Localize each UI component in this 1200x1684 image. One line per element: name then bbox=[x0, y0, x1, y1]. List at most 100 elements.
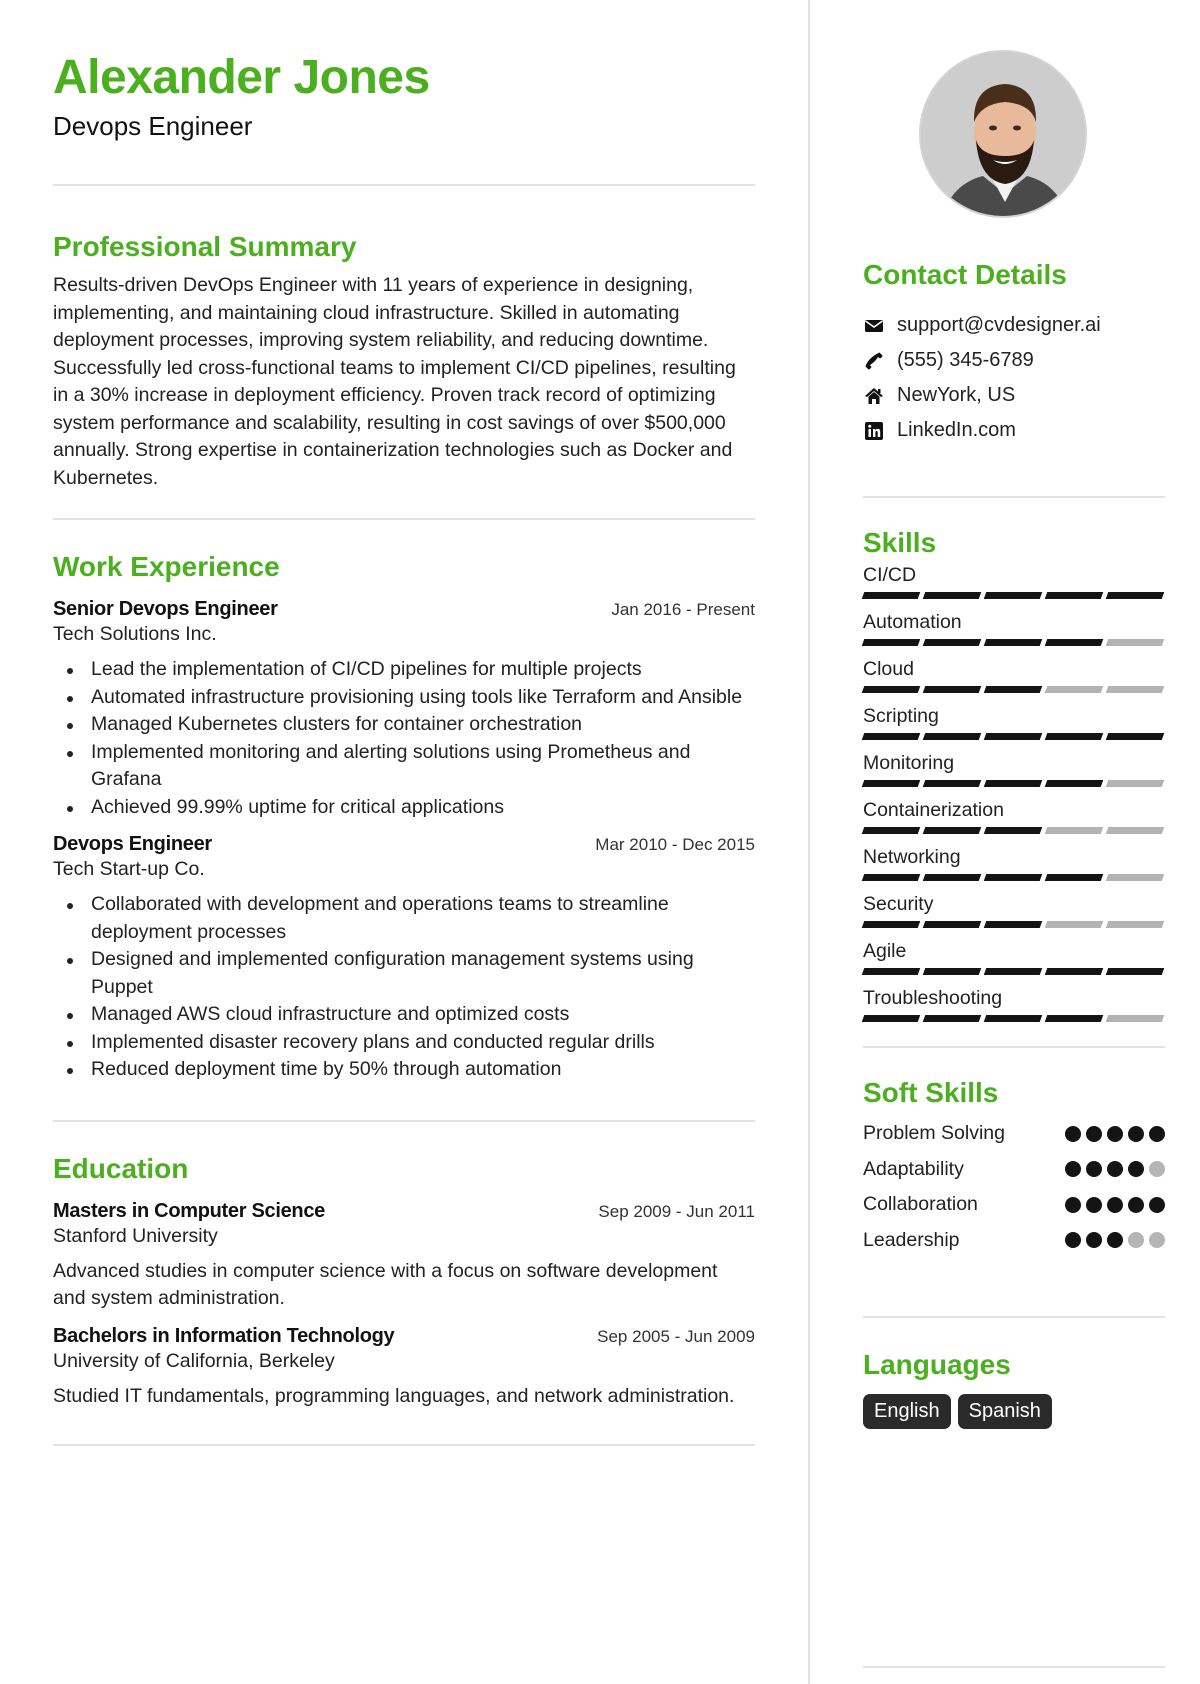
job-bullets: Lead the implementation of CI/CD pipelin… bbox=[53, 656, 755, 821]
skill-name: Monitoring bbox=[863, 752, 955, 774]
skill-item: Containerization bbox=[861, 797, 1165, 834]
soft-skill-name: Leadership bbox=[863, 1228, 960, 1251]
rating-dot-filled bbox=[1107, 1125, 1123, 1142]
language-tag: English bbox=[863, 1394, 951, 1429]
skill-segment-filled bbox=[1105, 733, 1165, 740]
education-entry: Masters in Computer Science Sep 2009 - Ju… bbox=[53, 1200, 755, 1313]
skill-item: Monitoring bbox=[861, 750, 1165, 787]
skill-segment-empty bbox=[1105, 874, 1165, 881]
skill-segment-filled bbox=[922, 686, 982, 693]
rating-dot-filled bbox=[1149, 1125, 1165, 1142]
skill-level-bar bbox=[861, 780, 1165, 787]
soft-skills-list: Problem Solving Adaptability Collaboration… bbox=[863, 1116, 1165, 1258]
summary-heading: Professional Summary bbox=[53, 231, 357, 262]
skill-segment-filled bbox=[861, 733, 921, 740]
profile-photo bbox=[919, 50, 1087, 218]
skill-segment-filled bbox=[983, 592, 1043, 599]
contact-email[interactable]: support@cvdesigner.ai bbox=[863, 308, 1165, 343]
sidebar: Contact Details support@cvdesigner.ai (5… bbox=[861, 50, 1165, 1668]
skills-section: Skills CI/CD Automation Cloud Scripting Moni… bbox=[861, 526, 1165, 1022]
skill-segment-filled bbox=[861, 686, 921, 693]
education-school: University of California, Berkeley bbox=[53, 1349, 335, 1372]
job-header: Senior Devops Engineer Jan 2016 - Present bbox=[53, 598, 755, 621]
skill-segment-filled bbox=[922, 874, 982, 881]
skill-name: Troubleshooting bbox=[863, 987, 1003, 1009]
skills-heading: Skills bbox=[863, 527, 937, 558]
skill-level-bar bbox=[861, 592, 1165, 599]
education-section: Education Masters in Computer Science Sep… bbox=[53, 1152, 755, 1411]
contact-phone[interactable]: (555) 345-6789 bbox=[863, 343, 1165, 378]
job-company: Tech Start-up Co. bbox=[53, 858, 205, 880]
education-header: Bachelors in Information Technology Sep 2… bbox=[53, 1325, 755, 1348]
candidate-name: Alexander Jones bbox=[53, 51, 430, 104]
job-bullet: Managed Kubernetes clusters for containe… bbox=[53, 711, 755, 739]
job-bullet: Achieved 99.99% uptime for critical appl… bbox=[53, 794, 755, 822]
skill-segment-empty bbox=[1105, 780, 1165, 787]
job-bullet: Automated infrastructure provisioning us… bbox=[53, 684, 755, 712]
linkedin-icon bbox=[863, 420, 885, 442]
soft-skill-item: Collaboration bbox=[863, 1187, 1165, 1223]
job-bullet: Implemented monitoring and alerting solu… bbox=[53, 739, 755, 794]
skill-segment-filled bbox=[1044, 592, 1104, 599]
skills-list: CI/CD Automation Cloud Scripting Monitoring C… bbox=[861, 562, 1165, 1022]
divider bbox=[53, 518, 755, 520]
soft-skills-section: Soft Skills Problem Solving Adaptability C… bbox=[863, 1076, 1165, 1258]
soft-skills-heading: Soft Skills bbox=[863, 1077, 999, 1108]
skill-segment-empty bbox=[1105, 639, 1165, 646]
skill-segment-empty bbox=[1105, 827, 1165, 834]
skill-item: CI/CD bbox=[861, 562, 1165, 599]
soft-skill-rating bbox=[1065, 1232, 1165, 1249]
skill-segment-filled bbox=[1044, 639, 1104, 646]
education-dates: Sep 2009 - Jun 2011 bbox=[598, 1201, 755, 1221]
soft-skill-item: Problem Solving bbox=[863, 1116, 1165, 1152]
soft-skill-name: Collaboration bbox=[863, 1193, 978, 1216]
skill-item: Automation bbox=[861, 609, 1165, 646]
rating-dot-filled bbox=[1086, 1161, 1102, 1178]
skill-segment-filled bbox=[1044, 968, 1104, 975]
soft-skill-rating bbox=[1065, 1161, 1165, 1178]
candidate-title: Devops Engineer bbox=[53, 111, 253, 141]
skill-segment-filled bbox=[983, 780, 1043, 787]
skill-item: Cloud bbox=[861, 656, 1165, 693]
languages-section: Languages English Spanish bbox=[863, 1348, 1165, 1429]
skill-segment-filled bbox=[922, 1015, 982, 1022]
skill-segment-filled bbox=[922, 780, 982, 787]
rating-dot-filled bbox=[1086, 1232, 1102, 1249]
rating-dot-filled bbox=[1128, 1125, 1144, 1142]
skill-segment-empty bbox=[1105, 686, 1165, 693]
skill-segment-empty bbox=[1044, 686, 1104, 693]
skill-segment-filled bbox=[922, 921, 982, 928]
summary-text: Results-driven DevOps Engineer with 11 y… bbox=[53, 274, 736, 489]
skill-segment-filled bbox=[922, 827, 982, 834]
job-bullet: Reduced deployment time by 50% through a… bbox=[53, 1056, 755, 1084]
skill-segment-empty bbox=[1105, 921, 1165, 928]
skill-segment-filled bbox=[922, 639, 982, 646]
skill-segment-empty bbox=[1044, 921, 1104, 928]
divider bbox=[53, 1119, 755, 1122]
skill-segment-empty bbox=[1105, 1015, 1165, 1022]
skill-item: Scripting bbox=[861, 703, 1165, 740]
phone-icon bbox=[863, 350, 885, 372]
rating-dot-filled bbox=[1128, 1196, 1144, 1213]
job-header: Devops Engineer Mar 2010 - Dec 2015 bbox=[53, 833, 755, 856]
home-icon bbox=[863, 385, 885, 407]
soft-skill-rating bbox=[1065, 1196, 1165, 1213]
contact-linkedin[interactable]: LinkedIn.com bbox=[863, 413, 1165, 448]
envelope-icon bbox=[863, 315, 885, 337]
skill-segment-filled bbox=[1044, 874, 1104, 881]
skill-segment-filled bbox=[861, 827, 921, 834]
job-company: Tech Solutions Inc. bbox=[53, 623, 217, 645]
skill-level-bar bbox=[861, 921, 1165, 928]
skill-level-bar bbox=[861, 827, 1165, 834]
contact-location: NewYork, US bbox=[863, 378, 1165, 413]
skill-segment-filled bbox=[861, 921, 921, 928]
rating-dot-empty bbox=[1128, 1232, 1144, 1249]
job-title: Senior Devops Engineer bbox=[53, 598, 278, 620]
job-dates: Jan 2016 - Present bbox=[611, 600, 755, 619]
education-school: Stanford University bbox=[53, 1224, 218, 1247]
skill-segment-filled bbox=[983, 827, 1043, 834]
skill-segment-filled bbox=[861, 639, 921, 646]
soft-skill-item: Leadership bbox=[863, 1223, 1165, 1259]
skill-level-bar bbox=[861, 686, 1165, 693]
skill-level-bar bbox=[861, 733, 1165, 740]
